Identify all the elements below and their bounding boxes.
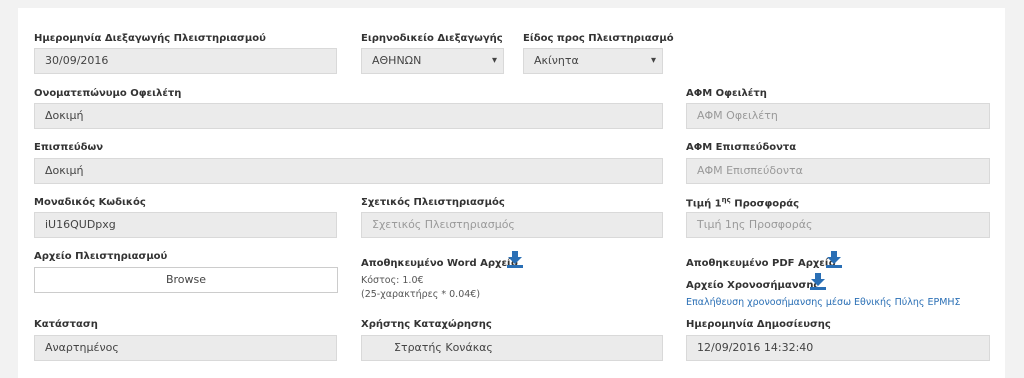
pdf-file-label: Αποθηκευμένο PDF Αρχείο [686,258,836,269]
download-icon[interactable] [506,250,524,268]
word-file-label: Αποθηκευμένο Word Αρχείο [361,258,518,269]
publish-date-input[interactable]: 12/09/2016 14:32:40 [686,335,990,361]
related-auction-input[interactable]: Σχετικός Πλειστηριασμός [361,212,663,238]
item-type-label: Είδος προς Πλειστηριασμό [523,33,674,44]
debtor-name-label: Ονοματεπώνυμο Οφειλέτη [34,88,182,99]
first-offer-label: Τιμή 1ης Προσφοράς [686,196,799,209]
status-label: Κατάσταση [34,319,98,330]
pursuer-afm-input[interactable]: ΑΦΜ Επισπεύδοντα [686,158,990,184]
registrar-input[interactable]: Στρατής Κονάκας [361,335,663,361]
browse-button[interactable]: Browse [34,267,338,293]
word-cost-text: Κόστος: 1.0€ [361,275,424,286]
debtor-name-input[interactable]: Δοκιμή [34,103,663,129]
debtor-afm-input[interactable]: ΑΦΜ Οφειλέτη [686,103,990,129]
unique-code-label: Μοναδικός Κωδικός [34,197,146,208]
auction-date-input[interactable]: 30/09/2016 [34,48,337,74]
download-icon[interactable] [809,272,827,290]
registrar-label: Χρήστης Καταχώρησης [361,319,492,330]
debtor-afm-label: ΑΦΜ Οφειλέτη [686,88,767,99]
court-select[interactable]: ΑΘΗΝΩΝ [361,48,504,74]
auction-file-label: Αρχείο Πλειστηριασμού [34,251,168,262]
publish-date-label: Ημερομηνία Δημοσίευσης [686,319,831,330]
first-offer-label-prefix: Τιμή 1 [686,198,722,210]
item-type-select[interactable]: Ακίνητα [523,48,663,74]
related-auction-label: Σχετικός Πλειστηριασμός [361,197,505,208]
pursuer-input[interactable]: Δοκιμή [34,158,663,184]
first-offer-input[interactable]: Τιμή 1ης Προσφοράς [686,212,990,238]
court-select-value: ΑΘΗΝΩΝ [372,54,422,67]
first-offer-label-suffix: Προσφοράς [730,198,800,210]
pursuer-label: Επισπεύδων [34,142,104,153]
status-input[interactable]: Αναρτημένος [34,335,337,361]
pursuer-afm-label: ΑΦΜ Επισπεύδοντα [686,142,797,153]
timestamp-verify-link[interactable]: Επαλήθευση χρονοσήμανσης μέσω Εθνικής Πύ… [686,297,961,308]
unique-code-input[interactable]: iU16QUDpxg [34,212,337,238]
first-offer-label-sup: ης [721,196,731,204]
item-type-select-value: Ακίνητα [534,54,579,67]
auction-date-label: Ημερομηνία Διεξαγωγής Πλειστηριασμού [34,33,266,44]
court-label: Ειρηνοδικείο Διεξαγωγής [361,33,503,44]
download-icon[interactable] [825,250,843,268]
timestamp-file-label: Αρχείο Χρονοσήμανσης [686,280,820,291]
word-cost-detail: (25-χαρακτήρες * 0.04€) [361,289,481,300]
